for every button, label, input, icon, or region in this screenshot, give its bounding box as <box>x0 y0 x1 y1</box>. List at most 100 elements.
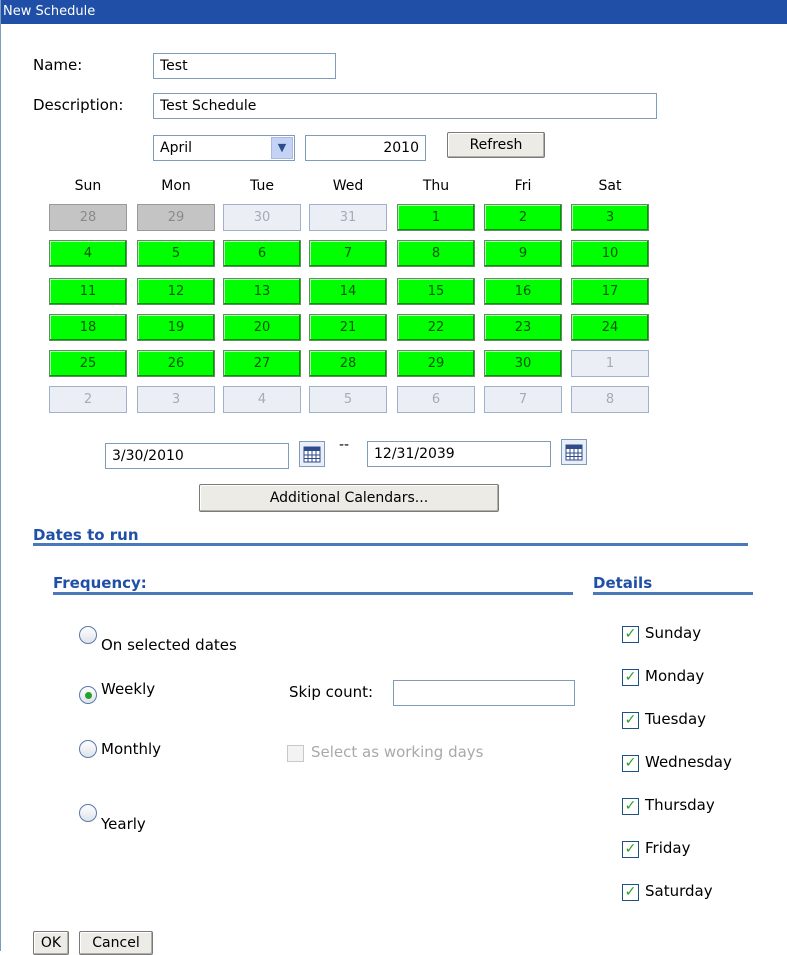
calendar-day-button[interactable]: 7 <box>484 386 562 413</box>
checkmark-icon: ✓ <box>624 884 637 900</box>
dates-to-run-title: Dates to run <box>33 526 139 544</box>
description-label: Description: <box>33 96 124 114</box>
calendar-day-button[interactable]: 30 <box>223 204 301 231</box>
calendar-day-button[interactable]: 8 <box>571 386 649 413</box>
day-checkbox-label: Monday <box>645 667 705 685</box>
calendar-day-button[interactable]: 25 <box>49 350 127 377</box>
day-checkbox[interactable]: ✓ <box>622 712 639 729</box>
calendar-day-button[interactable]: 19 <box>137 314 215 341</box>
year-input[interactable] <box>305 135 426 161</box>
frequency-radio[interactable] <box>79 686 97 704</box>
window-title: New Schedule <box>1 0 787 24</box>
calendar-day-button[interactable]: 21 <box>309 314 387 341</box>
calendar-day-button[interactable]: 6 <box>397 386 475 413</box>
working-days-checkbox[interactable] <box>287 745 304 762</box>
weekday-header: Mon <box>161 178 191 194</box>
cancel-button[interactable]: Cancel <box>79 931 153 955</box>
frequency-radio[interactable] <box>79 740 97 758</box>
frequency-option-label: Weekly <box>101 680 156 698</box>
calendar-day-button[interactable]: 5 <box>137 240 215 267</box>
details-title: Details <box>593 574 653 592</box>
calendar-day-button[interactable]: 2 <box>49 386 127 413</box>
day-checkbox[interactable]: ✓ <box>622 669 639 686</box>
month-select[interactable]: April ▼ <box>153 135 295 161</box>
name-label: Name: <box>33 56 83 74</box>
description-input[interactable] <box>153 93 657 119</box>
day-checkbox[interactable]: ✓ <box>622 798 639 815</box>
chevron-down-icon[interactable]: ▼ <box>271 137 293 159</box>
calendar-day-button[interactable]: 4 <box>49 240 127 267</box>
calendar-day-button[interactable]: 10 <box>571 240 649 267</box>
calendar-day-button[interactable]: 16 <box>484 278 562 305</box>
end-date-input[interactable] <box>367 441 551 467</box>
calendar-day-button[interactable]: 13 <box>223 278 301 305</box>
calendar-day-button[interactable]: 4 <box>223 386 301 413</box>
frequency-divider <box>53 592 573 595</box>
calendar-day-button[interactable]: 29 <box>137 204 215 231</box>
end-date-calendar-icon[interactable] <box>561 439 587 465</box>
day-checkbox[interactable]: ✓ <box>622 755 639 772</box>
day-checkbox[interactable]: ✓ <box>622 884 639 901</box>
calendar-day-button[interactable]: 18 <box>49 314 127 341</box>
day-checkbox[interactable]: ✓ <box>622 626 639 643</box>
date-range-separator: -- <box>339 437 350 453</box>
weekday-header: Thu <box>422 178 450 194</box>
calendar-day-button[interactable]: 2 <box>484 204 562 231</box>
radio-selected-dot <box>85 692 92 699</box>
frequency-radio[interactable] <box>79 626 97 644</box>
skip-count-input[interactable] <box>393 680 575 706</box>
calendar-day-button[interactable]: 3 <box>137 386 215 413</box>
frequency-option-label: Monthly <box>101 740 162 758</box>
start-date-calendar-icon[interactable] <box>299 441 325 467</box>
calendar-day-button[interactable]: 3 <box>571 204 649 231</box>
ok-button[interactable]: OK <box>33 931 69 955</box>
calendar-day-button[interactable]: 5 <box>309 386 387 413</box>
skip-count-label: Skip count: <box>289 683 374 701</box>
calendar-day-button[interactable]: 28 <box>309 350 387 377</box>
refresh-button[interactable]: Refresh <box>447 132 545 158</box>
calendar-day-button[interactable]: 26 <box>137 350 215 377</box>
checkmark-icon: ✓ <box>624 669 637 685</box>
frequency-option-label: Yearly <box>101 815 146 833</box>
weekday-header: Sat <box>598 178 622 194</box>
calendar-day-button[interactable]: 17 <box>571 278 649 305</box>
calendar-day-button[interactable]: 9 <box>484 240 562 267</box>
checkmark-icon: ✓ <box>624 841 637 857</box>
calendar-day-button[interactable]: 24 <box>571 314 649 341</box>
start-date-input[interactable] <box>105 443 289 469</box>
day-checkbox-label: Wednesday <box>645 753 732 771</box>
month-selected-value: April <box>160 140 192 156</box>
calendar-day-button[interactable]: 11 <box>49 278 127 305</box>
calendar-day-button[interactable]: 6 <box>223 240 301 267</box>
calendar-day-button[interactable]: 15 <box>397 278 475 305</box>
calendar-day-button[interactable]: 23 <box>484 314 562 341</box>
name-input[interactable] <box>153 53 336 79</box>
day-checkbox-label: Tuesday <box>645 710 707 728</box>
calendar-day-button[interactable]: 30 <box>484 350 562 377</box>
calendar-icon <box>303 446 321 463</box>
additional-calendars-button[interactable]: Additional Calendars... <box>199 484 499 512</box>
calendar-day-button[interactable]: 7 <box>309 240 387 267</box>
calendar-day-button[interactable]: 12 <box>137 278 215 305</box>
calendar-day-button[interactable]: 31 <box>309 204 387 231</box>
weekday-header: Tue <box>250 178 274 194</box>
calendar-day-button[interactable]: 20 <box>223 314 301 341</box>
calendar-icon <box>565 444 583 461</box>
details-divider <box>593 592 753 595</box>
new-schedule-dialog: New Schedule Name: Description: April ▼ … <box>0 0 787 955</box>
calendar-day-button[interactable]: 8 <box>397 240 475 267</box>
weekday-header: Fri <box>514 178 532 194</box>
frequency-radio[interactable] <box>79 804 97 822</box>
calendar-day-button[interactable]: 1 <box>397 204 475 231</box>
calendar-day-button[interactable]: 28 <box>49 204 127 231</box>
calendar-day-button[interactable]: 22 <box>397 314 475 341</box>
calendar-day-button[interactable]: 1 <box>571 350 649 377</box>
weekday-header: Wed <box>332 178 364 194</box>
frequency-title: Frequency: <box>53 574 147 592</box>
calendar-day-button[interactable]: 27 <box>223 350 301 377</box>
checkmark-icon: ✓ <box>624 798 637 814</box>
checkmark-icon: ✓ <box>624 626 637 642</box>
calendar-day-button[interactable]: 14 <box>309 278 387 305</box>
day-checkbox[interactable]: ✓ <box>622 841 639 858</box>
calendar-day-button[interactable]: 29 <box>397 350 475 377</box>
